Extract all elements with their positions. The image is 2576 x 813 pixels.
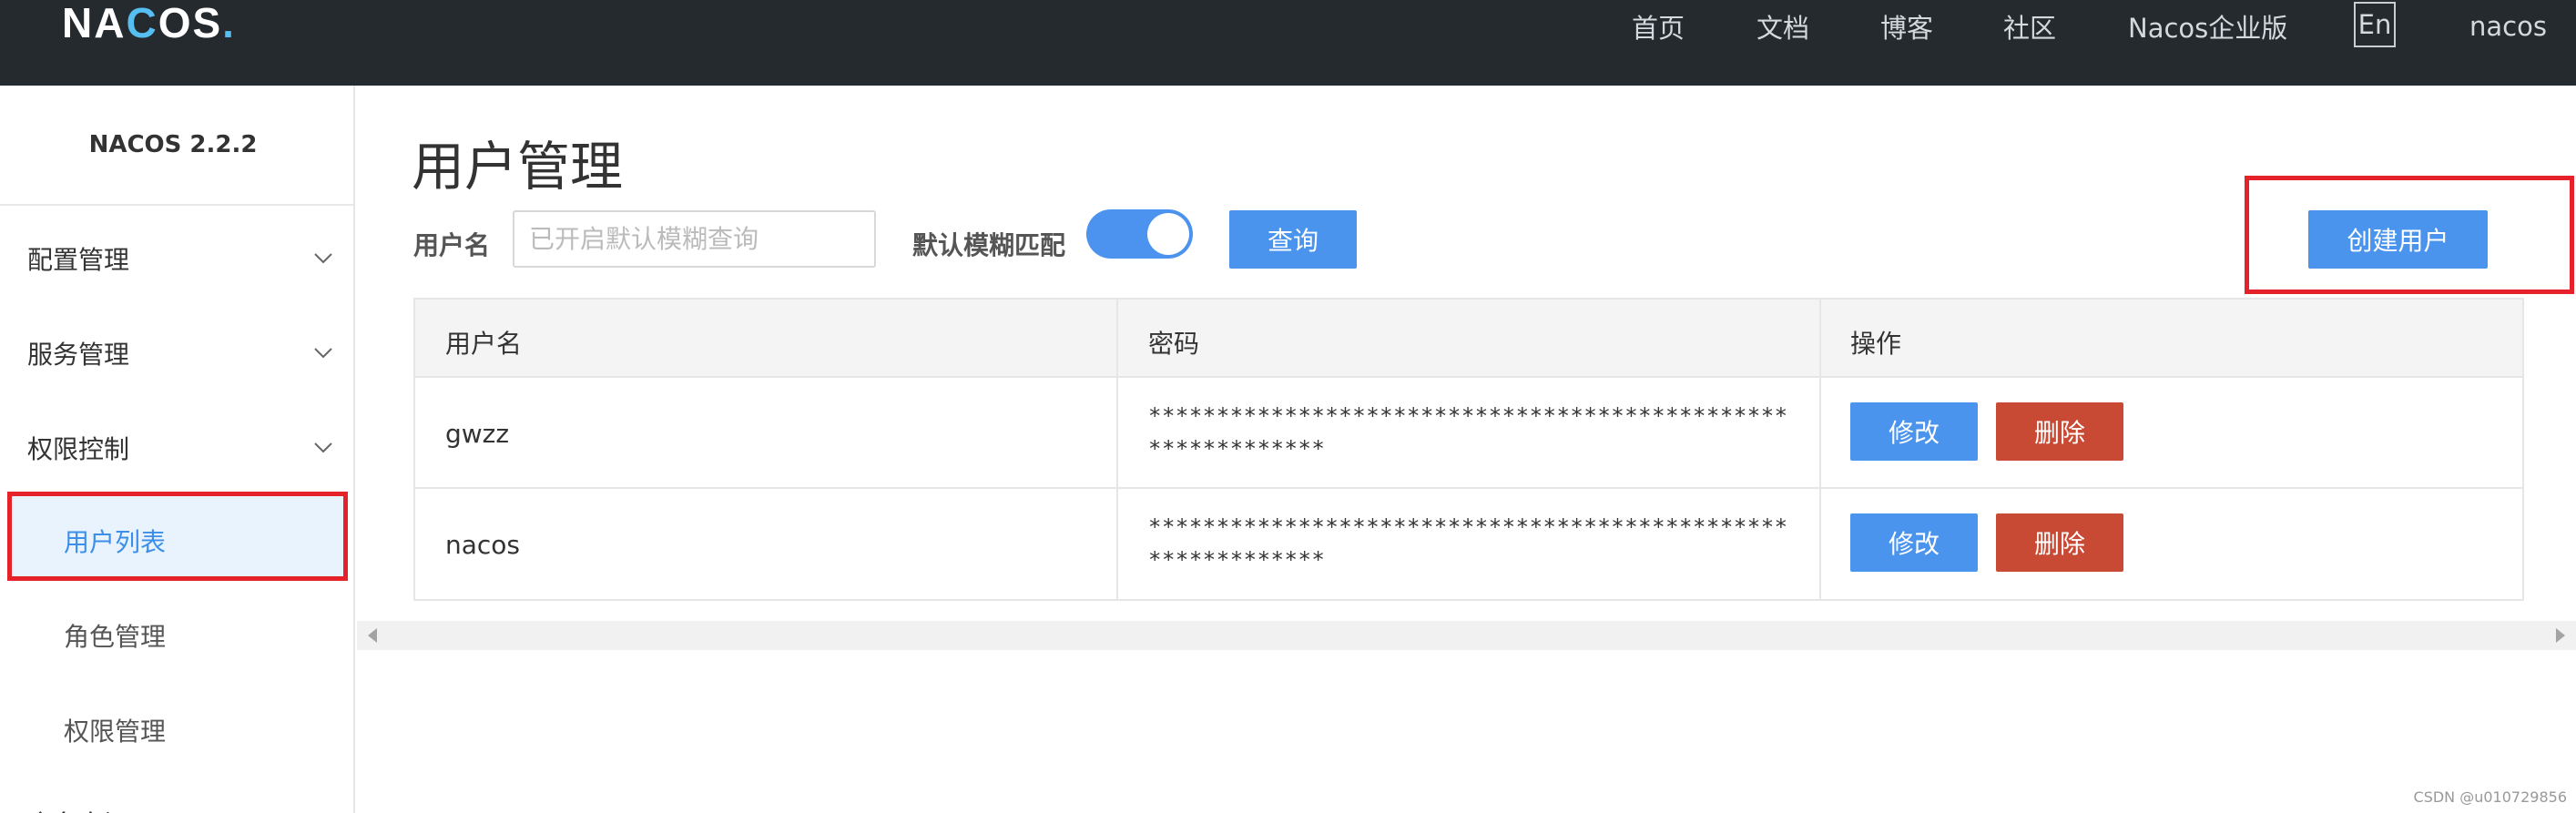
nav-docs[interactable]: 文档 [1756,0,1809,53]
nav-enterprise[interactable]: Nacos企业版 [2128,0,2287,53]
watermark: CSDN @u010729856 [2413,788,2567,806]
nav-community[interactable]: 社区 [2003,0,2056,53]
sidebar-item-namespace[interactable]: 命名空间 [27,805,129,813]
sidebar-item-role-management[interactable]: 角色管理 [64,617,166,654]
language-switch-button[interactable]: En [2354,2,2396,47]
logo-text-end: OS [158,0,223,46]
username-label: 用户名 [413,230,491,260]
nacos-logo[interactable]: NA C OS. [62,0,236,46]
fuzzy-match-label: 默认模糊匹配 [912,230,1066,260]
table-row: gwzz ***********************************… [415,378,2522,489]
edit-button[interactable]: 修改 [1850,402,1978,461]
edit-button[interactable]: 修改 [1850,513,1978,572]
fuzzy-match-toggle[interactable] [1086,209,1193,259]
column-header-actions: 操作 [1850,329,1902,359]
sidebar-item-config[interactable]: 配置管理 [27,240,129,277]
column-header-username: 用户名 [445,329,523,359]
sidebar-item-auth[interactable]: 权限控制 [27,430,129,466]
nav-user[interactable]: nacos [2469,0,2547,53]
scroll-left-icon[interactable] [368,628,377,643]
column-header-password: 密码 [1148,329,1200,359]
chevron-down-icon[interactable] [311,340,335,364]
nav-blog[interactable]: 博客 [1880,0,1933,53]
page-title: 用户管理 [412,136,624,198]
logo-text-c: C [126,0,158,46]
top-navbar: NA C OS. 首页 文档 博客 社区 Nacos企业版 En nacos [0,0,2576,86]
username-search-input[interactable] [513,210,876,268]
chevron-down-icon[interactable] [311,435,335,459]
chevron-down-icon[interactable] [311,246,335,269]
nav-home[interactable]: 首页 [1632,0,1685,53]
toggle-knob [1147,213,1189,255]
query-button[interactable]: 查询 [1229,210,1357,269]
delete-button[interactable]: 删除 [1996,513,2123,572]
password-cell: ****************************************… [1148,403,1788,462]
annotation-highlight-create-user [2245,176,2574,294]
username-cell: gwzz [445,419,510,449]
table-row: nacos **********************************… [415,489,2522,600]
username-cell: nacos [445,530,521,560]
table-header: 用户名 密码 操作 [415,300,2522,378]
sidebar-item-service[interactable]: 服务管理 [27,335,129,371]
horizontal-scrollbar[interactable] [357,621,2576,650]
sidebar: NACOS 2.2.2 配置管理 服务管理 权限控制 用户列表 角色管理 权限管… [0,86,355,813]
sidebar-item-permission-management[interactable]: 权限管理 [64,712,166,748]
scroll-right-icon[interactable] [2556,628,2565,643]
logo-text-start: NA [62,0,127,46]
sidebar-divider [0,204,353,206]
logo-dot: . [222,0,236,46]
version-label: NACOS 2.2.2 [88,131,258,158]
annotation-highlight-user-list [7,492,348,581]
password-cell: ****************************************… [1148,514,1788,573]
users-table: 用户名 密码 操作 gwzz *************************… [413,298,2524,601]
delete-button[interactable]: 删除 [1996,402,2123,461]
